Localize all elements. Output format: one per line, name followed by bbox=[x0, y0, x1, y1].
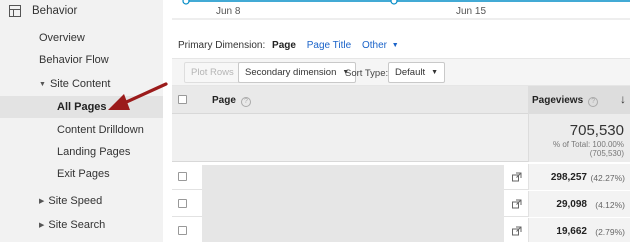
dimension-page[interactable]: Page bbox=[272, 40, 296, 51]
sidebar-section-label: Behavior bbox=[32, 5, 78, 17]
timeline-chart: Jun 8 Jun 15 bbox=[172, 0, 630, 24]
open-page-icon[interactable] bbox=[512, 226, 522, 236]
secondary-dimension-label: Secondary dimension bbox=[245, 67, 337, 78]
table-toolbar: Plot Rows Secondary dimension ▼ Sort Type… bbox=[172, 58, 630, 86]
timeline-label-jun8: Jun 8 bbox=[216, 6, 241, 17]
sidebar-item-label: Site Search bbox=[48, 219, 106, 231]
dropdown-arrow-icon: ▼ bbox=[431, 69, 439, 76]
timeline-line bbox=[172, 0, 630, 20]
sidebar-item-label: Landing Pages bbox=[57, 146, 131, 158]
sidebar-section-behavior[interactable]: Behavior bbox=[0, 0, 163, 22]
open-page-icon[interactable] bbox=[512, 199, 522, 209]
primary-dimension-bar: Primary Dimension: Page Page Title Other… bbox=[178, 40, 399, 51]
primary-dimension-label: Primary Dimension: bbox=[178, 40, 266, 51]
row-pageviews: 29,098 bbox=[556, 199, 587, 210]
sidebar-item-label: Content Drilldown bbox=[57, 124, 144, 136]
column-header-label: Pageviews bbox=[532, 95, 584, 106]
sidebar-item-site-search[interactable]: ▶ Site Search bbox=[0, 214, 163, 236]
open-page-icon[interactable] bbox=[512, 172, 522, 182]
redacted-page-urls bbox=[202, 165, 504, 242]
sidebar-item-label: Exit Pages bbox=[57, 168, 110, 180]
plot-rows-button[interactable]: Plot Rows bbox=[184, 62, 241, 83]
dropdown-arrow-icon: ▼ bbox=[391, 42, 399, 49]
annotation-arrow-icon bbox=[108, 82, 168, 110]
total-pageviews: 705,530 bbox=[569, 122, 624, 139]
table-header: Page? Pageviews? ↓ bbox=[172, 86, 630, 114]
sort-descending-icon[interactable]: ↓ bbox=[620, 92, 626, 106]
sidebar-item-site-speed[interactable]: ▶ Site Speed bbox=[0, 190, 163, 212]
dimension-other[interactable]: Other ▼ bbox=[362, 40, 399, 51]
report-sidebar: Behavior Overview Behavior Flow ▼ Site Co… bbox=[0, 0, 163, 242]
help-icon[interactable]: ? bbox=[240, 97, 251, 107]
total-percent: % of Total: 100.00% bbox=[552, 140, 624, 149]
dimension-other-label: Other bbox=[361, 40, 387, 51]
sort-type-dropdown[interactable]: Default ▼ bbox=[388, 62, 446, 83]
caret-right-icon: ▶ bbox=[39, 222, 45, 229]
row-pageviews: 298,257 bbox=[550, 172, 587, 183]
timeline-label-jun15: Jun 15 bbox=[456, 6, 487, 17]
sidebar-item-exit-pages[interactable]: Exit Pages bbox=[0, 163, 163, 185]
select-all-checkbox[interactable] bbox=[178, 95, 187, 104]
row-checkbox[interactable] bbox=[178, 226, 187, 235]
sidebar-item-label: Overview bbox=[39, 32, 85, 44]
row-pageviews-percent: (2.79%) bbox=[595, 227, 625, 237]
sidebar-item-landing-pages[interactable]: Landing Pages bbox=[0, 141, 163, 163]
total-value-small: (705,530) bbox=[589, 149, 624, 158]
row-pageviews-percent: (4.12%) bbox=[595, 200, 625, 210]
help-icon[interactable]: ? bbox=[588, 97, 599, 107]
column-header-pageviews[interactable]: Pageviews? bbox=[532, 95, 599, 107]
sidebar-item-overview[interactable]: Overview bbox=[0, 27, 163, 49]
sidebar-item-behavior-flow[interactable]: Behavior Flow bbox=[0, 49, 163, 71]
secondary-dimension-dropdown[interactable]: Secondary dimension ▼ bbox=[238, 62, 357, 83]
dimension-page-title[interactable]: Page Title bbox=[307, 40, 351, 51]
row-checkbox[interactable] bbox=[178, 172, 187, 181]
row-pageviews: 19,662 bbox=[556, 226, 587, 237]
row-checkbox[interactable] bbox=[178, 199, 187, 208]
sidebar-item-content-drilldown[interactable]: Content Drilldown bbox=[0, 119, 163, 141]
sidebar-item-label: Behavior Flow bbox=[39, 54, 109, 66]
column-header-label: Page bbox=[212, 95, 236, 106]
sort-type-label: Sort Type: bbox=[345, 68, 389, 79]
caret-down-icon: ▼ bbox=[39, 81, 46, 88]
caret-right-icon: ▶ bbox=[39, 198, 45, 205]
report-content: Jun 8 Jun 15 Primary Dimension: Page Pag… bbox=[172, 0, 630, 242]
row-pageviews-percent: (42.27%) bbox=[590, 173, 626, 183]
column-header-page[interactable]: Page? bbox=[212, 95, 251, 107]
sidebar-item-label: Site Speed bbox=[48, 195, 103, 207]
totals-row: 705,530 % of Total: 100.00% (705,530) bbox=[172, 114, 630, 162]
sort-type-value: Default bbox=[395, 67, 426, 78]
behavior-icon bbox=[9, 5, 21, 17]
